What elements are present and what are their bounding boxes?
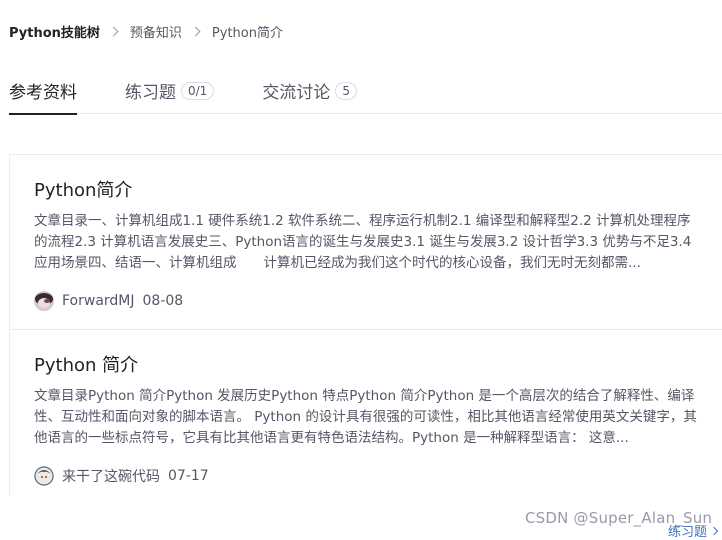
article-title[interactable]: Python 简介: [34, 330, 698, 384]
next-exercise-link[interactable]: 练习题: [668, 521, 719, 540]
author-name[interactable]: 来干了这碗代码: [62, 466, 160, 486]
breadcrumb-item-skill-tree[interactable]: Python技能树: [9, 22, 100, 41]
article-meta: ForwardMJ 08-08: [34, 290, 698, 312]
chevron-right-icon: [709, 526, 719, 535]
article-summary: 文章目录Python 简介Python 发展历史Python 特点Python …: [34, 388, 697, 446]
tab-references[interactable]: 参考资料: [9, 78, 77, 115]
count-badge: 5: [335, 82, 357, 100]
reference-list: Python简介 文章目录一、计算机组成1.1 硬件系统1.2 软件系统二、程序…: [9, 154, 722, 496]
next-link-label: 练习题: [668, 525, 708, 540]
article-title[interactable]: Python简介: [34, 155, 698, 209]
list-item[interactable]: Python简介 文章目录一、计算机组成1.1 硬件系统1.2 软件系统二、程序…: [10, 155, 722, 329]
breadcrumb: Python技能树 预备知识 Python简介: [9, 22, 283, 41]
tab-label: 交流讨论: [262, 83, 331, 103]
breadcrumb-item-current: Python简介: [211, 25, 283, 41]
tab-label: 练习题: [125, 83, 176, 103]
breadcrumb-item-prerequisite[interactable]: 预备知识: [130, 22, 182, 41]
chevron-right-icon: [190, 26, 201, 36]
avatar[interactable]: [34, 466, 54, 486]
article-meta: 来干了这碗代码 07-17: [34, 465, 698, 487]
author-name[interactable]: ForwardMJ: [62, 293, 135, 309]
article-summary: 文章目录一、计算机组成1.1 硬件系统1.2 软件系统二、程序运行机制2.1 编…: [34, 213, 692, 271]
article-date: 08-08: [142, 293, 184, 309]
article-date: 07-17: [168, 468, 209, 484]
chevron-right-icon: [108, 26, 119, 36]
tab-exercises[interactable]: 练习题 0/1: [125, 78, 215, 114]
list-item[interactable]: Python 简介 文章目录Python 简介Python 发展历史Python…: [10, 329, 722, 497]
count-badge: 0/1: [181, 82, 215, 100]
tab-bar: 参考资料 练习题 0/1 交流讨论 5: [9, 78, 722, 115]
tab-label: 参考资料: [9, 83, 77, 103]
tab-discussion[interactable]: 交流讨论 5: [262, 78, 357, 114]
avatar[interactable]: [34, 291, 54, 311]
